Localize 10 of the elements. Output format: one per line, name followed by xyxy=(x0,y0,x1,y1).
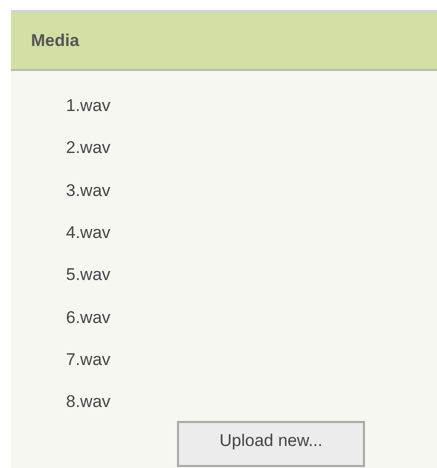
file-link[interactable]: 8.wav xyxy=(66,392,110,412)
panel-title: Media xyxy=(31,31,80,51)
file-link[interactable]: 7.wav xyxy=(66,350,110,370)
file-link[interactable]: 6.wav xyxy=(66,308,110,328)
file-link[interactable]: 1.wav xyxy=(66,96,110,116)
file-link[interactable]: 4.wav xyxy=(66,223,110,244)
file-link[interactable]: 5.wav xyxy=(66,265,110,286)
file-link[interactable]: 3.wav xyxy=(66,180,110,201)
upload-button[interactable]: Upload new... xyxy=(177,421,365,468)
file-link[interactable]: 2.wav xyxy=(66,138,110,158)
